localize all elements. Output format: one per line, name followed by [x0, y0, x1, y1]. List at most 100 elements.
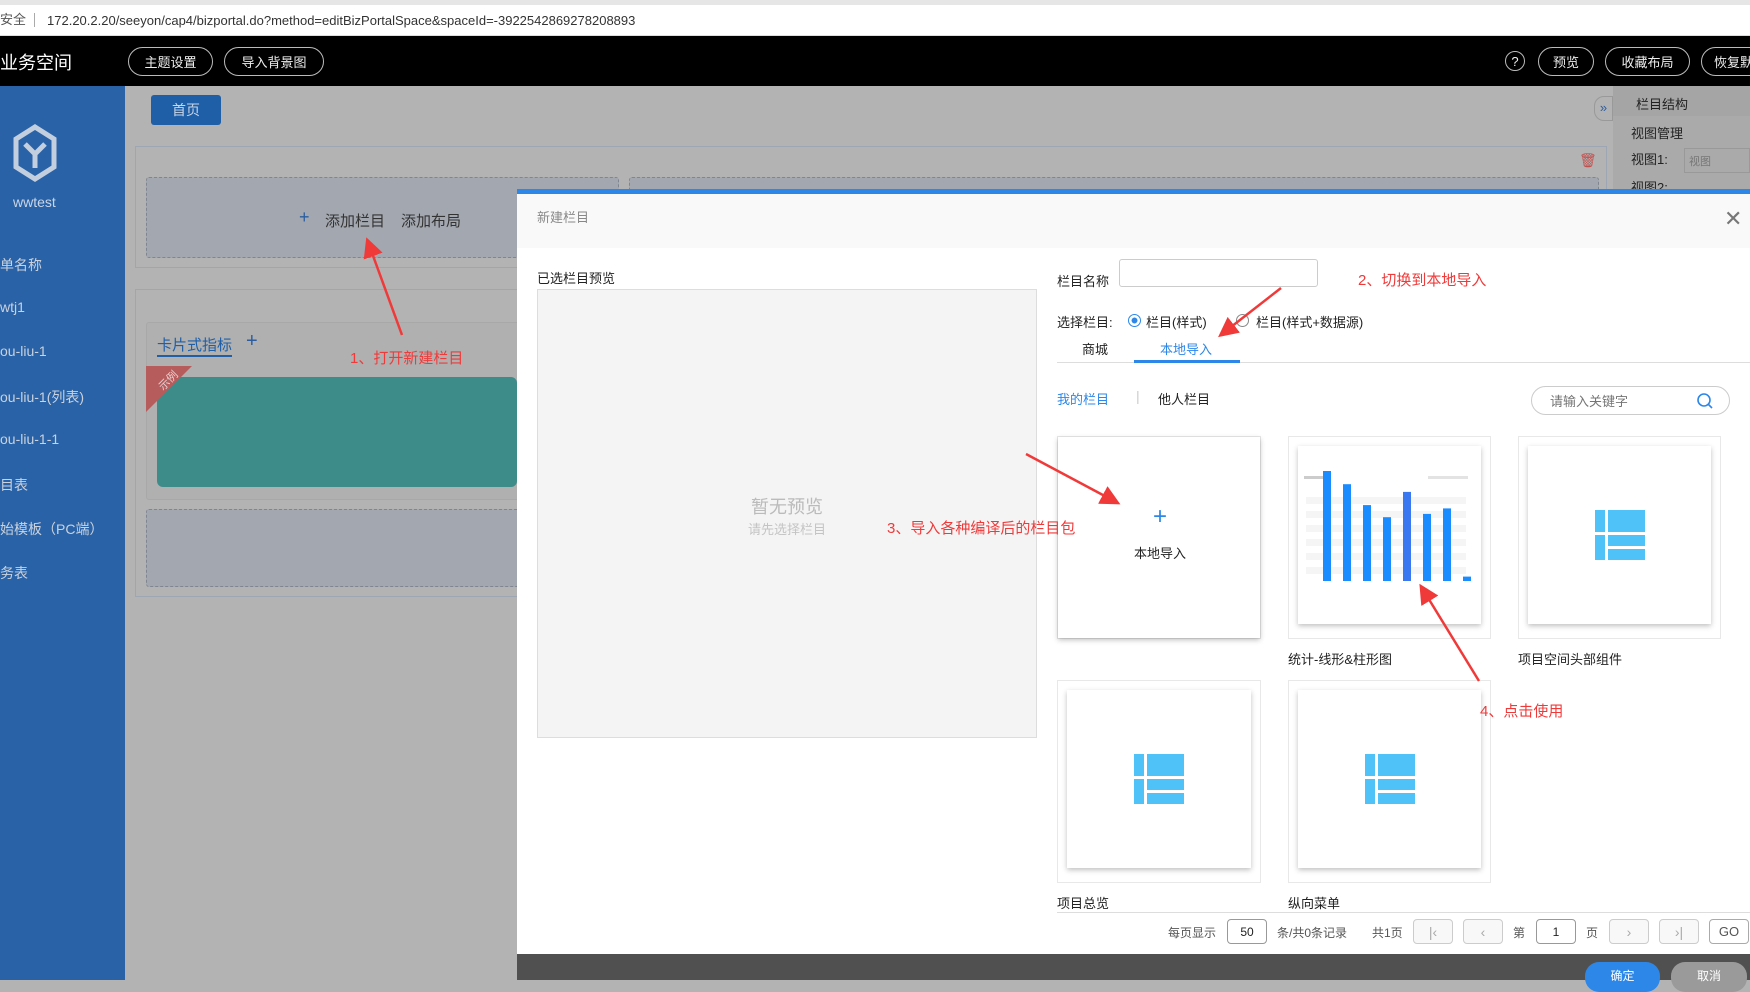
- list-layout-icon: [1134, 754, 1184, 804]
- column-name-input[interactable]: [1119, 259, 1318, 287]
- confirm-button[interactable]: 确定: [1585, 962, 1660, 992]
- local-import-label: 本地导入: [1133, 546, 1186, 561]
- url-text[interactable]: 172.20.2.20/seeyon/cap4/bizportal.do?met…: [47, 13, 635, 28]
- list-layout-icon: [1594, 510, 1645, 560]
- thumbnail-bar: [1403, 491, 1411, 581]
- view1-input[interactable]: 视图: [1684, 148, 1750, 173]
- search-icon[interactable]: [1696, 392, 1714, 410]
- column-card[interactable]: [1288, 436, 1491, 639]
- panel-title: 栏目结构: [1636, 97, 1689, 112]
- preview-button[interactable]: 预览: [1538, 47, 1594, 76]
- page-input[interactable]: 1: [1536, 919, 1576, 944]
- last-page-button[interactable]: ›|: [1659, 919, 1699, 944]
- go-button[interactable]: GO: [1709, 919, 1749, 944]
- preview-panel: 暂无预览 请先选择栏目: [537, 289, 1037, 738]
- annotation-4: 4、点击使用: [1480, 703, 1564, 720]
- import-background-button[interactable]: 导入背景图: [224, 47, 324, 76]
- save-layout-button[interactable]: 收藏布局: [1605, 47, 1690, 76]
- thumbnail-bar: [1343, 484, 1351, 581]
- sidebar-item[interactable]: 务表: [0, 563, 28, 583]
- name-label: 栏目名称: [1057, 274, 1110, 289]
- restore-button[interactable]: 恢复默: [1701, 47, 1750, 76]
- thumbnail-bar: [1363, 505, 1371, 581]
- thumbnail-bar: [1383, 517, 1391, 581]
- radio-style-data-label[interactable]: 栏目(样式+数据源): [1256, 312, 1363, 331]
- local-import-card[interactable]: + 本地导入: [1057, 436, 1261, 639]
- close-icon[interactable]: ✕: [1724, 206, 1742, 232]
- divider: |: [1136, 388, 1140, 404]
- filter-my-columns[interactable]: 我的栏目: [1057, 389, 1109, 408]
- sidebar-item[interactable]: 目表: [0, 475, 28, 495]
- tab-mall[interactable]: 商城: [1082, 339, 1108, 358]
- list-layout-icon: [1364, 754, 1415, 804]
- add-tab-icon[interactable]: +: [246, 330, 258, 353]
- annotation-2: 2、切换到本地导入: [1358, 272, 1487, 289]
- filter-others-columns[interactable]: 他人栏目: [1158, 389, 1210, 408]
- security-label: 安全: [0, 13, 36, 27]
- plus-icon: +: [1152, 503, 1167, 530]
- app-title: 业务空间: [0, 53, 72, 73]
- sidebar-item[interactable]: 单名称: [0, 255, 42, 275]
- space-name: wwtest: [13, 194, 56, 210]
- view-management[interactable]: 视图管理: [1631, 123, 1683, 142]
- preview-title: 已选栏目预览: [537, 271, 616, 286]
- no-preview-text: 暂无预览: [751, 497, 823, 517]
- theme-settings-button[interactable]: 主题设置: [128, 47, 213, 76]
- plus-icon: +: [299, 207, 310, 227]
- thumbnail-bar: [1423, 513, 1431, 581]
- next-page-button[interactable]: ›: [1609, 919, 1649, 944]
- sidebar: wwtest 单名称 wtj1 ou-liu-1 ou-liu-1(列表) ou…: [0, 86, 125, 980]
- sidebar-item[interactable]: wtj1: [0, 299, 25, 315]
- search-input[interactable]: [1550, 392, 1690, 410]
- sidebar-item[interactable]: 始模板（PC端）: [0, 519, 103, 539]
- browser-address-bar[interactable]: 安全 172.20.2.20/seeyon/cap4/bizportal.do?…: [0, 0, 1750, 36]
- records-label: 条/共0条记录: [1277, 926, 1348, 940]
- column-card[interactable]: [1518, 436, 1721, 639]
- card-label: 项目总览: [1057, 896, 1110, 911]
- trash-icon[interactable]: 🗑: [1579, 152, 1597, 169]
- layout-cell[interactable]: [146, 509, 526, 587]
- add-column-link[interactable]: 添加栏目: [325, 210, 385, 231]
- help-icon[interactable]: ?: [1505, 51, 1525, 71]
- annotation-3: 3、导入各种编译后的栏目包: [887, 520, 1076, 537]
- radio-style[interactable]: [1128, 314, 1141, 327]
- new-column-dialog: 新建栏目 ✕ 已选栏目预览 暂无预览 请先选择栏目 栏目名称 选择栏目: 栏目(…: [517, 189, 1750, 980]
- thumbnail-bar: [1463, 576, 1471, 581]
- thumbnail-bar: [1443, 508, 1451, 581]
- right-panel: 栏目结构 视图管理 视图1: 视图 视图2:: [1613, 86, 1750, 195]
- column-card[interactable]: [1057, 680, 1261, 883]
- sidebar-item[interactable]: ou-liu-1: [0, 343, 47, 359]
- card-label: 纵向菜单: [1288, 896, 1341, 911]
- sidebar-item[interactable]: ou-liu-1-1: [0, 431, 59, 447]
- cancel-button[interactable]: 取消: [1671, 962, 1747, 992]
- dialog-header: 新建栏目 ✕: [517, 194, 1750, 248]
- select-column-label: 选择栏目:: [1057, 315, 1113, 330]
- radio-style-label[interactable]: 栏目(样式): [1146, 312, 1207, 331]
- tab-home[interactable]: 首页: [151, 95, 221, 125]
- sidebar-item[interactable]: ou-liu-1(列表): [0, 387, 84, 407]
- first-page-button[interactable]: |‹: [1413, 919, 1453, 944]
- annotation-1: 1、打开新建栏目: [350, 350, 464, 367]
- tab-local-import[interactable]: 本地导入: [1160, 339, 1212, 358]
- thumbnail-bar: [1323, 471, 1331, 581]
- view1-label: 视图1:: [1631, 152, 1668, 167]
- per-page-input[interactable]: 50: [1227, 919, 1267, 944]
- cube-logo-icon: [13, 124, 57, 182]
- total-pages: 共1页: [1372, 926, 1403, 940]
- teal-card: [157, 377, 517, 487]
- page-prefix: 第: [1513, 926, 1526, 940]
- top-header: 业务空间 主题设置 导入背景图 ? 预览 收藏布局 恢复默: [0, 36, 1750, 86]
- per-page-label: 每页显示: [1168, 926, 1217, 940]
- card-label: 项目空间头部组件: [1518, 652, 1623, 667]
- dialog-footer: [517, 954, 1750, 980]
- dialog-title: 新建栏目: [537, 210, 590, 225]
- radio-style-data[interactable]: [1236, 314, 1249, 327]
- example-ribbon: 示例: [146, 366, 192, 412]
- column-card[interactable]: [1288, 680, 1491, 883]
- expand-panel-icon[interactable]: »: [1594, 96, 1613, 121]
- search-box[interactable]: [1531, 386, 1730, 415]
- card-tab[interactable]: 卡片式指标: [157, 334, 233, 357]
- prev-page-button[interactable]: ‹: [1463, 919, 1503, 944]
- add-layout-link[interactable]: 添加布局: [401, 210, 461, 231]
- bar-chart-thumbnail: [1304, 471, 1471, 581]
